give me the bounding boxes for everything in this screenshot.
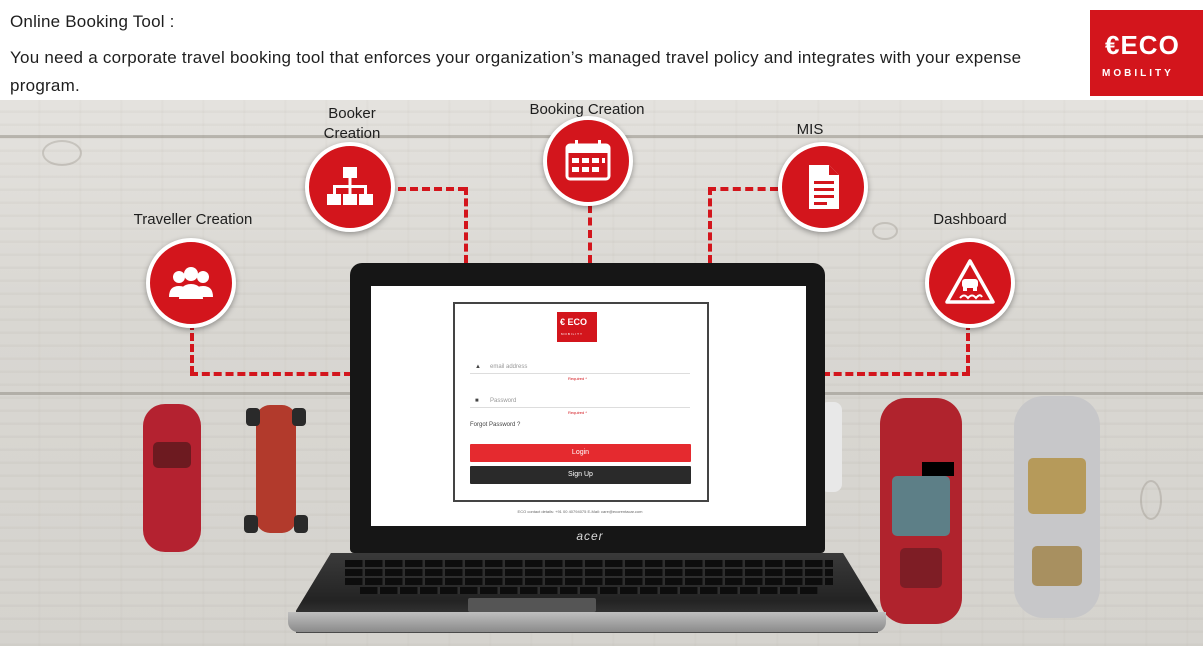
laptop-front-edge xyxy=(288,612,886,632)
feature-label-mis: MIS xyxy=(796,121,824,138)
signup-button[interactable]: Sign Up xyxy=(470,466,691,484)
connector-dashboard xyxy=(966,322,970,374)
connector-traveller xyxy=(190,322,194,374)
org-chart-icon xyxy=(327,167,373,205)
slide-title: Online Booking Tool : xyxy=(10,12,175,31)
toy-racer-wheel xyxy=(294,515,308,533)
toy-racer xyxy=(256,405,296,533)
slide-header: Online Booking Tool : You need a corpora… xyxy=(0,0,1203,100)
email-required-note: Required * xyxy=(568,376,587,381)
password-field[interactable]: ■ Password xyxy=(470,394,690,408)
wood-knot xyxy=(872,222,898,240)
laptop-brand-logo: acer xyxy=(576,529,604,543)
connector-booker xyxy=(398,187,466,191)
wood-knot xyxy=(1140,480,1162,520)
toy-car-red-right xyxy=(880,398,962,624)
connector-traveller xyxy=(190,372,352,376)
feature-label-dashboard: Dashboard xyxy=(933,211,1007,228)
feature-node-booker[interactable] xyxy=(305,142,395,232)
connector-mis xyxy=(708,187,778,191)
login-logo: € ECO MOBILITY xyxy=(557,312,597,342)
user-icon: ▲ xyxy=(475,364,481,370)
connector-booker xyxy=(464,187,468,263)
password-required-note: Required * xyxy=(568,410,587,415)
calendar-icon xyxy=(565,140,611,181)
feature-label-booker: Booker Creation xyxy=(323,105,381,142)
toy-racer-wheel xyxy=(246,408,260,426)
keyboard-row xyxy=(345,560,833,567)
brand-tagline: MOBILITY xyxy=(1102,68,1174,79)
toy-racer-wheel xyxy=(244,515,258,533)
eco-mobility-logo: €ECO MOBILITY xyxy=(1090,10,1203,96)
forgot-password-link[interactable]: Forgot Password ? xyxy=(470,422,520,428)
redacted-plate xyxy=(922,462,954,476)
feature-node-mis[interactable] xyxy=(778,142,868,232)
feature-node-traveller[interactable] xyxy=(146,238,236,328)
feature-label-traveller: Traveller Creation xyxy=(133,211,253,228)
slide-description: You need a corporate travel booking tool… xyxy=(10,48,1022,95)
road-warning-icon xyxy=(945,259,995,304)
lock-icon: ■ xyxy=(475,398,479,404)
laptop-touchpad xyxy=(468,598,596,612)
feature-node-booking[interactable] xyxy=(543,116,633,206)
document-icon xyxy=(809,165,839,209)
keyboard-row xyxy=(345,569,833,576)
login-button[interactable]: Login xyxy=(470,444,691,462)
toy-racer-wheel xyxy=(292,408,306,426)
contact-details: ECO contact details: +91 00 40794075 E-M… xyxy=(517,509,643,514)
email-field[interactable]: ▲ email address xyxy=(470,360,690,374)
connector-booking xyxy=(588,205,592,263)
users-group-icon xyxy=(169,267,213,299)
keyboard-row xyxy=(345,578,833,585)
connector-mis xyxy=(708,187,712,263)
keyboard-row xyxy=(360,587,818,594)
connector-dashboard xyxy=(822,372,970,376)
brand-wordmark: €ECO xyxy=(1105,30,1180,60)
toy-car-red-left xyxy=(143,404,201,552)
wood-knot xyxy=(42,140,82,166)
feature-node-dashboard[interactable] xyxy=(925,238,1015,328)
toy-car-silver xyxy=(1014,396,1100,618)
